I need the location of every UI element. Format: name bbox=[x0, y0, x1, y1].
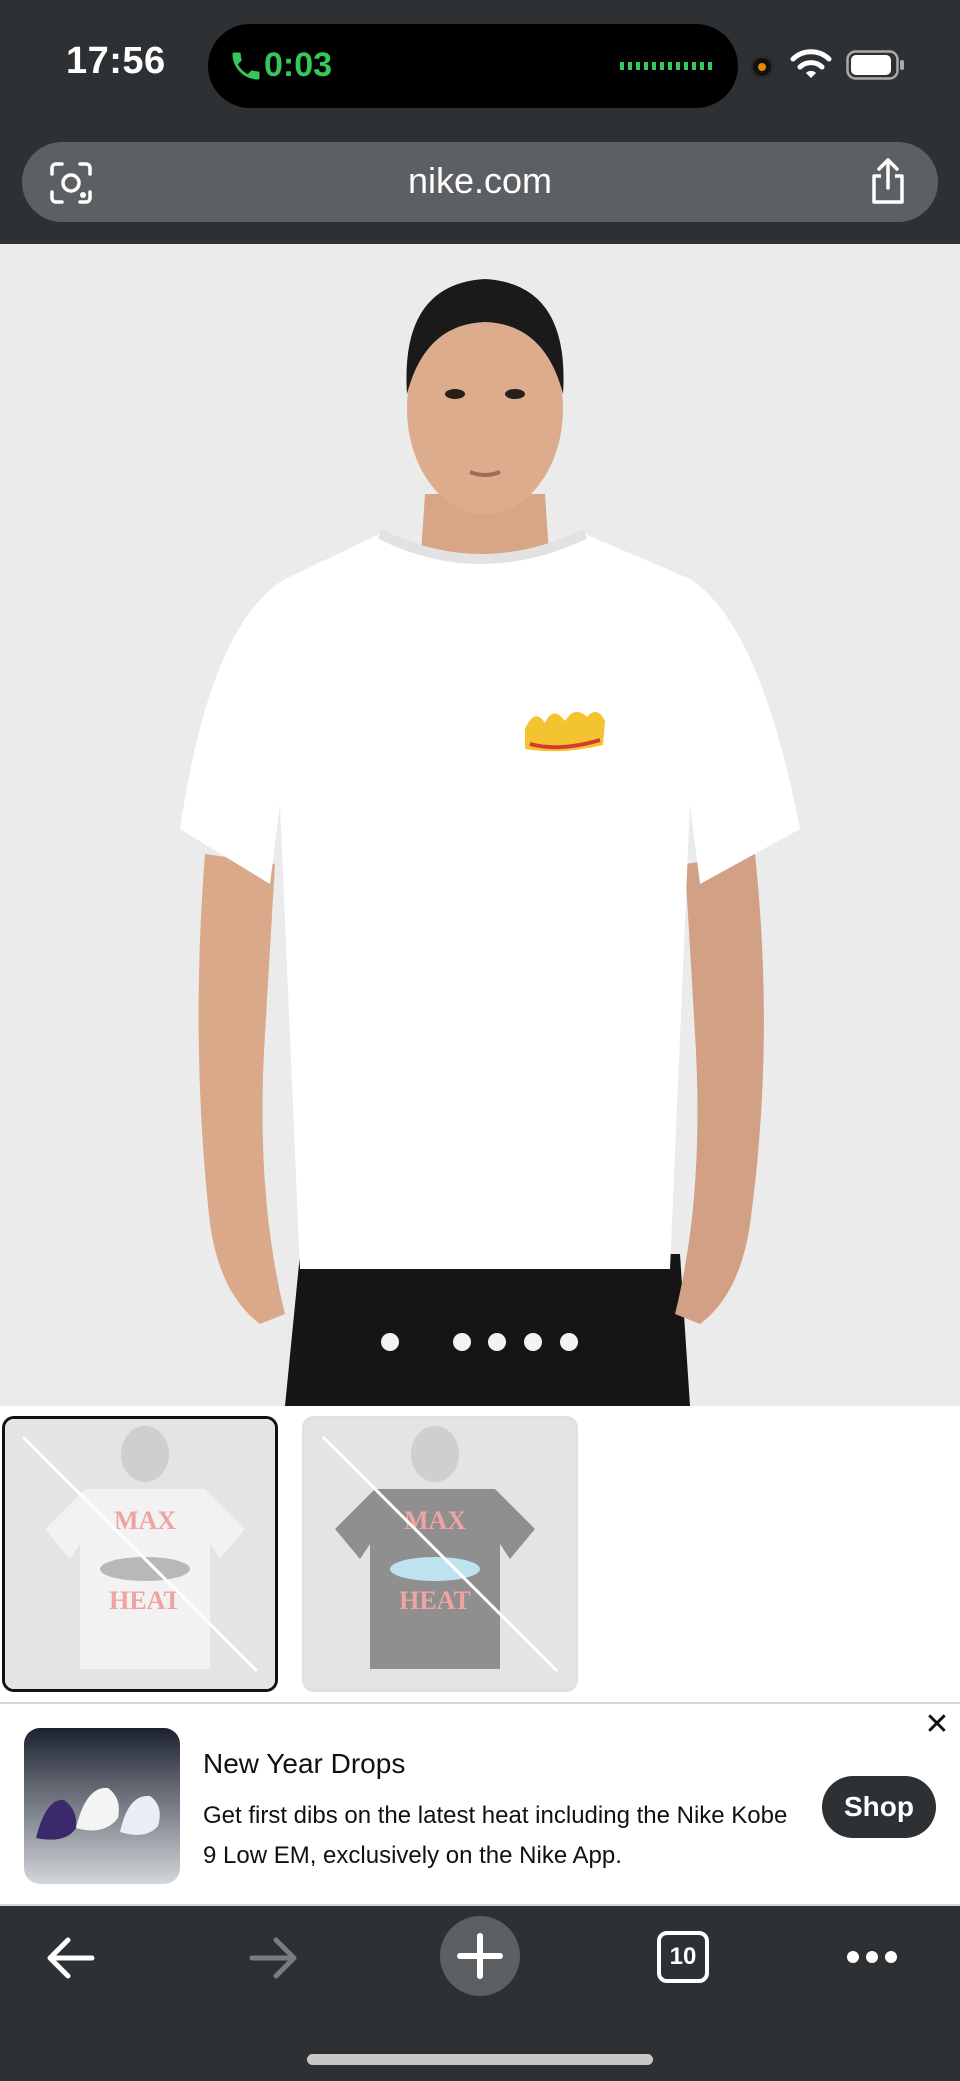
promo-title: New Year Drops bbox=[203, 1748, 406, 1779]
promo-description: Get first dibs on the latest heat includ… bbox=[203, 1802, 788, 1869]
browser-toolbar: 10 bbox=[0, 1906, 960, 2081]
audio-waveform-icon bbox=[620, 62, 712, 70]
camera-indicator-icon bbox=[750, 55, 774, 79]
dynamic-island-call[interactable]: 0:03 bbox=[208, 24, 738, 108]
pagination-dot[interactable] bbox=[453, 1333, 471, 1351]
wifi-icon bbox=[790, 49, 832, 78]
thumb-print-max: MAX bbox=[114, 1506, 176, 1535]
shop-button[interactable]: Shop bbox=[822, 1776, 936, 1838]
url-text[interactable]: nike.com bbox=[22, 160, 938, 202]
thumb-print-heat: HEAT bbox=[399, 1586, 471, 1615]
thumbnail-strip: MAX HEAT MAX HEAT bbox=[0, 1406, 960, 1702]
forward-arrow-icon[interactable] bbox=[248, 1936, 300, 1980]
thumb-print-max: MAX bbox=[404, 1506, 466, 1535]
new-tab-plus-icon[interactable] bbox=[440, 1916, 520, 1996]
thumbnail-white-back[interactable]: MAX HEAT bbox=[2, 1416, 278, 1692]
gallery-pagination bbox=[0, 1333, 960, 1353]
pagination-dot[interactable] bbox=[524, 1333, 542, 1351]
share-icon[interactable] bbox=[868, 156, 908, 206]
pagination-dot[interactable] bbox=[560, 1333, 578, 1351]
thumbnail-black-back[interactable]: MAX HEAT bbox=[302, 1416, 578, 1692]
model-white-tee-illustration bbox=[0, 244, 960, 1406]
close-icon[interactable]: ✕ bbox=[922, 1710, 952, 1740]
white-tee-back-image: MAX HEAT bbox=[5, 1419, 275, 1689]
battery-icon bbox=[846, 50, 904, 80]
product-main-image[interactable] bbox=[0, 244, 960, 1406]
tab-switcher-button[interactable]: 10 bbox=[657, 1931, 709, 1983]
call-duration: 0:03 bbox=[264, 46, 333, 84]
promo-shoes-image[interactable] bbox=[24, 1728, 180, 1884]
sneakers-image bbox=[24, 1728, 180, 1884]
status-time: 17:56 bbox=[66, 40, 166, 82]
status-bar: 17:56 0:03 bbox=[0, 0, 960, 135]
black-tee-back-image: MAX HEAT bbox=[305, 1419, 575, 1689]
phone-icon bbox=[232, 52, 260, 80]
app-promo-banner: New Year Drops Get first dibs on the lat… bbox=[0, 1702, 960, 1906]
address-bar[interactable]: nike.com bbox=[22, 142, 938, 222]
thumb-print-heat: HEAT bbox=[109, 1586, 181, 1615]
more-options-icon[interactable] bbox=[846, 1950, 898, 1964]
home-indicator[interactable] bbox=[307, 2054, 653, 2065]
pagination-dot[interactable] bbox=[381, 1333, 399, 1351]
pagination-dot[interactable] bbox=[488, 1333, 506, 1351]
back-arrow-icon[interactable] bbox=[44, 1936, 96, 1980]
